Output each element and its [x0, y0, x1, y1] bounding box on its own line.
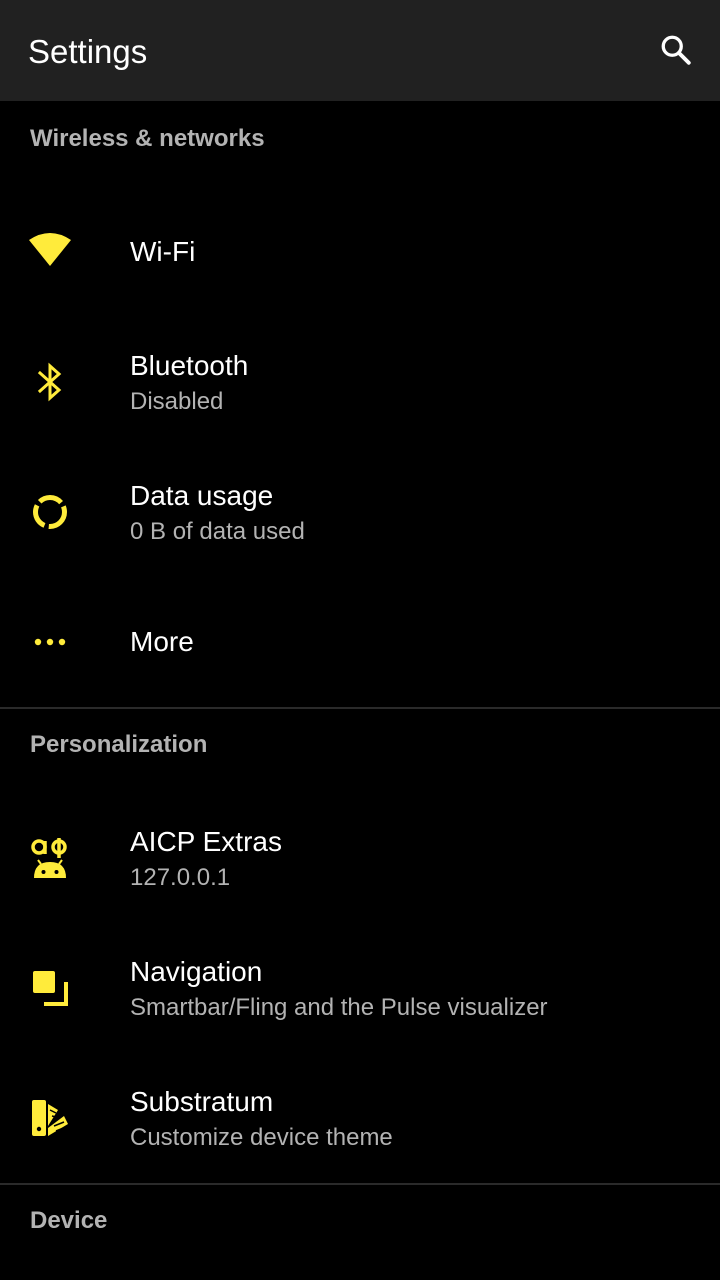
navigation-icon: [22, 960, 78, 1016]
settings-item-title: Navigation: [130, 956, 263, 987]
settings-item-title: Substratum: [130, 1086, 274, 1117]
settings-item-title: Bluetooth: [130, 350, 249, 381]
settings-item-subtitle: 127.0.0.1: [130, 864, 231, 891]
aicp-extras-icon: [22, 830, 78, 886]
bluetooth-icon: [22, 354, 78, 410]
settings-item-data-usage[interactable]: Data usage 0 B of data used: [0, 447, 720, 577]
settings-item-aicp-extras[interactable]: AICP Extras 127.0.0.1: [0, 793, 720, 923]
section-header-device: Device: [30, 1207, 108, 1234]
data-usage-icon: [22, 484, 78, 540]
wifi-icon: [22, 224, 78, 280]
settings-screen: Settings Wireless & networks Wi-Fi Bluet…: [0, 0, 720, 1280]
search-button[interactable]: [652, 26, 700, 74]
settings-item-substratum[interactable]: Substratum Customize device theme: [0, 1053, 720, 1183]
settings-item-subtitle: Disabled: [130, 388, 224, 415]
settings-item-wifi[interactable]: Wi-Fi: [0, 187, 720, 317]
app-bar: Settings: [0, 0, 720, 101]
settings-item-subtitle: 0 B of data used: [130, 518, 305, 545]
settings-item-title: Data usage: [130, 480, 274, 511]
substratum-icon: [22, 1090, 78, 1146]
section-header-wireless-networks: Wireless & networks: [30, 125, 265, 152]
settings-item-title: More: [130, 626, 194, 657]
settings-item-subtitle: Customize device theme: [130, 1124, 393, 1151]
settings-item-subtitle: Smartbar/Fling and the Pulse visualizer: [130, 994, 548, 1021]
search-icon: [661, 35, 691, 65]
section-divider: [0, 707, 720, 709]
page-title: Settings: [28, 33, 148, 70]
more-icon: [22, 614, 78, 670]
settings-item-navigation[interactable]: Navigation Smartbar/Fling and the Pulse …: [0, 923, 720, 1053]
section-header-personalization: Personalization: [30, 731, 208, 758]
section-divider: [0, 1183, 720, 1185]
settings-item-title: Wi-Fi: [130, 236, 196, 267]
settings-item-bluetooth[interactable]: Bluetooth Disabled: [0, 317, 720, 447]
settings-item-more[interactable]: More: [0, 577, 720, 707]
settings-item-title: AICP Extras: [130, 826, 282, 857]
